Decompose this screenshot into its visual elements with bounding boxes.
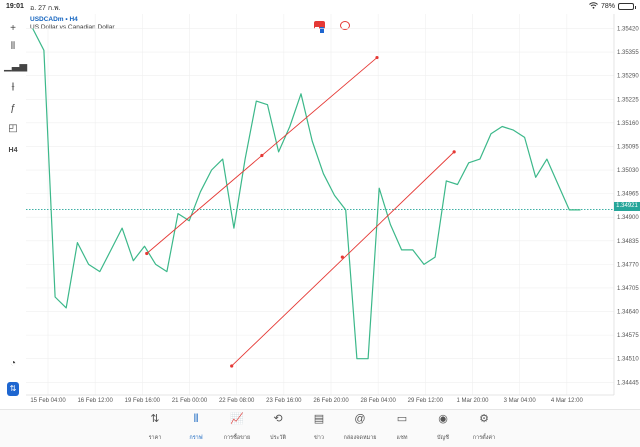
trade-chart-icon: 📈 xyxy=(230,413,244,425)
trendline-anchor-point xyxy=(452,150,456,154)
price-axis-label: 1.35290 xyxy=(617,74,639,80)
nav-label: บัญชี xyxy=(437,435,449,441)
time-axis-label: 1 Mar 20:00 xyxy=(456,398,489,404)
chart-candles-icon: ⫴ xyxy=(193,413,199,425)
time-axis-label: 29 Feb 12:00 xyxy=(408,398,444,404)
nav-item-account[interactable]: ◉ บัญชี xyxy=(423,412,463,442)
price-axis-label: 1.34900 xyxy=(617,215,639,221)
price-axis-label: 1.34575 xyxy=(617,333,639,339)
nav-item-trade[interactable]: 📈 การซื้อขาย xyxy=(217,412,257,442)
nav-item-chart[interactable]: ⫴ กราฟ xyxy=(176,412,216,442)
chat-bubble-icon: ▭ xyxy=(396,413,408,425)
nav-label: การซื้อขาย xyxy=(223,435,251,441)
nav-label: กล่องจดหมาย xyxy=(343,435,377,441)
price-axis-label: 1.34770 xyxy=(617,262,639,268)
nav-item-history[interactable]: ⟲ ประวัติ xyxy=(258,412,298,442)
time-axis-label: 15 Feb 04:00 xyxy=(30,398,66,404)
trendline-anchor-point xyxy=(230,364,234,368)
trendline-anchor-point xyxy=(145,251,149,256)
price-axis-label: 1.34445 xyxy=(617,380,639,386)
history-clock-icon: ⟲ xyxy=(273,413,283,425)
bottom-nav: ⇅ ราคา ⫴ กราฟ 📈 การซื้อขาย ⟲ ประวัติ ▤ ข่าว @ กล่อง… xyxy=(0,409,640,447)
time-axis-label: 22 Feb 08:00 xyxy=(219,398,255,404)
nav-label: กราฟ xyxy=(189,435,203,441)
time-axis-label: 23 Feb 16:00 xyxy=(266,398,302,404)
time-axis-label: 16 Feb 12:00 xyxy=(77,398,113,404)
price-axis-label: 1.35095 xyxy=(617,144,639,150)
price-axis-label: 1.35160 xyxy=(617,121,639,127)
nav-item-mailbox[interactable]: @ กล่องจดหมาย xyxy=(340,412,380,442)
price-axis-label: 1.34705 xyxy=(617,286,639,292)
mail-at-icon: @ xyxy=(354,413,366,425)
account-user-icon: ◉ xyxy=(438,413,448,425)
price-axis-label: 1.34965 xyxy=(617,192,639,198)
time-axis-label: 4 Mar 12:00 xyxy=(551,398,584,404)
price-axis-label: 1.34640 xyxy=(617,310,639,316)
price-axis-label: 1.35225 xyxy=(617,97,639,103)
trendline-anchor-point xyxy=(260,153,264,158)
time-axis-label: 28 Feb 04:00 xyxy=(360,398,396,404)
time-axis-label: 19 Feb 16:00 xyxy=(125,398,161,404)
nav-item-chat[interactable]: ▭ แชท xyxy=(382,412,422,442)
nav-label: การตั้งค่า xyxy=(472,435,496,441)
price-chart[interactable]: 1.35420 1.35355 1.35290 1.35225 1.35160 1.350… xyxy=(0,0,640,409)
price-axis-label: 1.35030 xyxy=(617,168,639,174)
trendline-anchor-point xyxy=(375,55,379,60)
time-axis-label: 3 Mar 04:00 xyxy=(504,398,537,404)
time-axis-label: 26 Feb 20:00 xyxy=(313,398,349,404)
price-axis-label: 1.34510 xyxy=(617,357,639,363)
nav-label: ข่าว xyxy=(314,435,324,441)
nav-item-news[interactable]: ▤ ข่าว xyxy=(299,412,339,442)
nav-item-settings[interactable]: ⚙ การตั้งค่า xyxy=(464,412,504,442)
nav-label: ราคา xyxy=(148,435,162,441)
trendline-anchor-point xyxy=(340,255,344,259)
price-axis-label: 1.35355 xyxy=(617,50,639,56)
nav-label: แชท xyxy=(396,435,408,441)
settings-gear-icon: ⚙ xyxy=(479,413,489,425)
news-paper-icon: ▤ xyxy=(313,413,325,425)
price-axis-label: 1.35420 xyxy=(617,27,639,33)
time-axis-label: 21 Feb 00:00 xyxy=(172,398,208,404)
nav-label: ประวัติ xyxy=(269,435,287,441)
nav-item-quotes[interactable]: ⇅ ราคา xyxy=(135,412,175,442)
price-axis-label: 1.34835 xyxy=(617,239,639,245)
quotes-arrows-icon: ⇅ xyxy=(150,413,160,425)
current-price-tag: 1.34921 xyxy=(614,202,640,211)
channel-trendline-2 xyxy=(231,151,455,367)
